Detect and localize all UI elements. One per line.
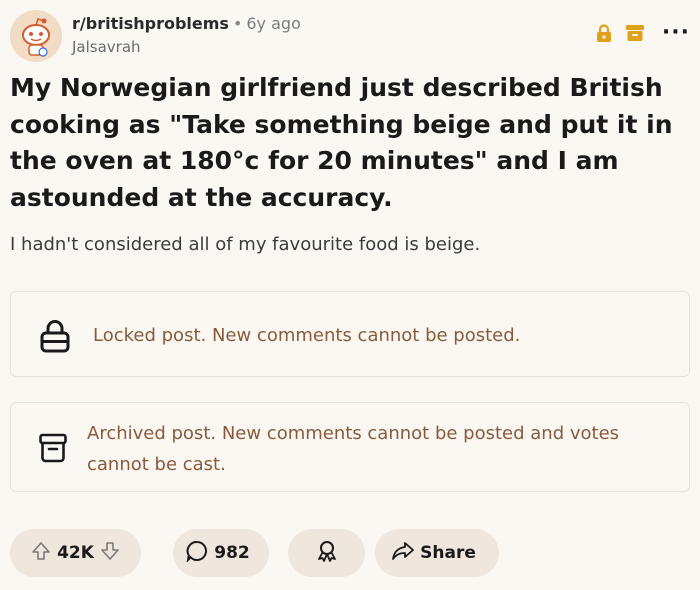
share-icon bbox=[392, 541, 415, 566]
archived-notice: Archived post. New comments cannot be po… bbox=[10, 402, 690, 492]
archived-notice-text: Archived post. New comments cannot be po… bbox=[87, 423, 620, 475]
subreddit-name[interactable]: r/britishproblems bbox=[72, 14, 229, 33]
post-body: I hadn't considered all of my favourite … bbox=[10, 234, 481, 255]
vote-count: 42K bbox=[57, 543, 94, 563]
post-meta: r/britishproblems • 6y ago Jalsavrah bbox=[72, 13, 301, 57]
post-actions: 42K 982 Share bbox=[10, 529, 690, 579]
comment-icon bbox=[186, 540, 208, 567]
post-time: 6y ago bbox=[246, 14, 301, 33]
archive-icon bbox=[625, 25, 644, 41]
downvote-icon[interactable] bbox=[100, 541, 120, 566]
header-icons: ··· bbox=[582, 22, 690, 44]
more-options-icon[interactable]: ··· bbox=[662, 22, 690, 44]
meta-separator: • bbox=[232, 14, 243, 33]
award-button[interactable] bbox=[288, 529, 365, 577]
locked-notice-text: Locked post. New comments cannot be post… bbox=[93, 325, 521, 346]
vote-pill: 42K bbox=[10, 529, 141, 577]
upvote-icon[interactable] bbox=[31, 541, 51, 566]
comments-button[interactable]: 982 bbox=[173, 529, 269, 577]
comment-count: 982 bbox=[214, 543, 250, 563]
locked-notice: Locked post. New comments cannot be post… bbox=[10, 291, 690, 377]
post-header: r/britishproblems • 6y ago Jalsavrah ··· bbox=[10, 10, 690, 62]
post-title[interactable]: My Norwegian girlfriend just described B… bbox=[10, 70, 690, 216]
share-label: Share bbox=[420, 543, 476, 563]
archive-icon bbox=[39, 433, 67, 467]
award-icon bbox=[316, 540, 338, 567]
share-button[interactable]: Share bbox=[375, 529, 499, 577]
subreddit-avatar[interactable] bbox=[10, 10, 62, 62]
lock-icon bbox=[596, 24, 612, 42]
lock-icon bbox=[39, 319, 71, 357]
post-author[interactable]: Jalsavrah bbox=[72, 37, 301, 57]
